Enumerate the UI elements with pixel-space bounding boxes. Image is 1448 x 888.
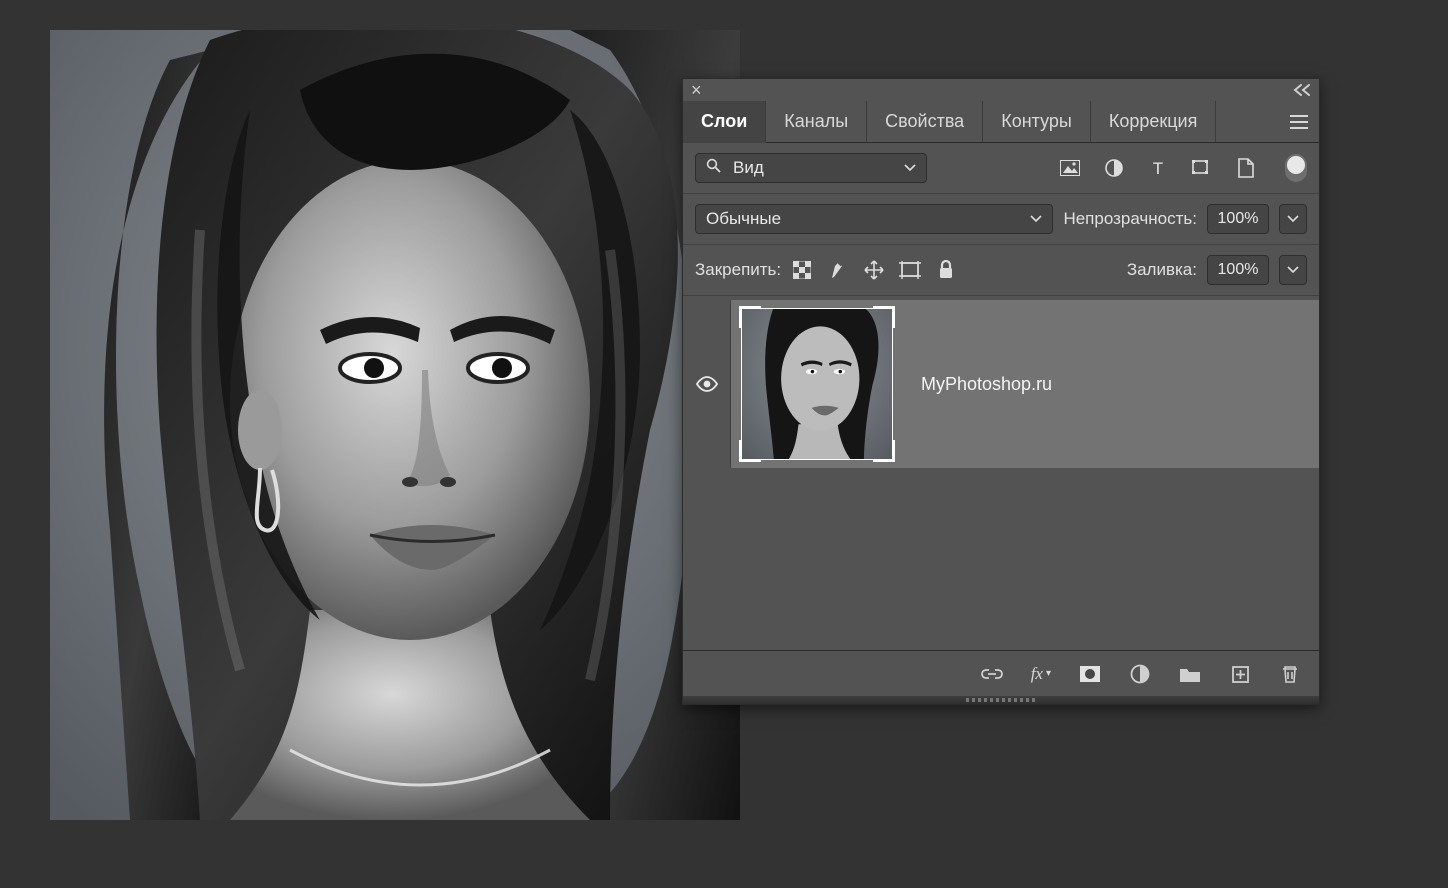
layer-filter-row: Вид T	[683, 143, 1319, 194]
layers-list: MyPhotoshop.ru	[683, 296, 1319, 650]
panel-resize-handle[interactable]	[683, 696, 1319, 704]
layer-name[interactable]: MyPhotoshop.ru	[921, 374, 1052, 395]
opacity-label: Непрозрачность:	[1063, 209, 1197, 229]
filter-shape-icon[interactable]	[1191, 157, 1213, 179]
eye-icon	[695, 375, 719, 393]
group-icon[interactable]	[1179, 663, 1201, 685]
layer-thumbnail[interactable]	[741, 308, 893, 460]
filter-pixel-icon[interactable]	[1059, 157, 1081, 179]
blend-opacity-row: Обычные Непрозрачность: 100%	[683, 194, 1319, 245]
lock-all-icon[interactable]	[935, 259, 957, 281]
lock-fill-row: Закрепить: Заливка: 100%	[683, 245, 1319, 296]
lock-icons	[791, 259, 957, 281]
new-layer-icon[interactable]	[1229, 663, 1251, 685]
filter-type-icon[interactable]: T	[1147, 157, 1169, 179]
filter-type-icons: T	[1059, 157, 1257, 179]
filter-kind-select[interactable]: Вид	[695, 153, 927, 183]
tab-layers[interactable]: Слои	[683, 101, 766, 143]
layer-visibility-toggle[interactable]	[683, 300, 731, 468]
opacity-value[interactable]: 100%	[1207, 204, 1269, 234]
tab-channels[interactable]: Каналы	[766, 101, 867, 142]
delete-layer-icon[interactable]	[1279, 663, 1301, 685]
filter-adjustment-icon[interactable]	[1103, 157, 1125, 179]
tab-adjustments[interactable]: Коррекция	[1091, 101, 1217, 142]
filter-kind-label: Вид	[733, 158, 764, 178]
panel-titlebar: ×	[683, 79, 1319, 101]
layer-mask-icon[interactable]	[1079, 663, 1101, 685]
document-canvas[interactable]	[50, 30, 740, 820]
lock-label: Закрепить:	[695, 260, 781, 280]
tab-properties[interactable]: Свойства	[867, 101, 983, 142]
close-icon[interactable]: ×	[691, 83, 702, 97]
layers-panel: × Слои Каналы Свойства Контуры Коррекция…	[682, 78, 1320, 705]
lock-transparency-icon[interactable]	[791, 259, 813, 281]
chevron-down-icon	[904, 164, 916, 172]
opacity-flyout[interactable]	[1279, 204, 1307, 234]
link-layers-icon[interactable]	[981, 663, 1003, 685]
collapse-icon[interactable]	[1293, 84, 1311, 96]
adjustment-layer-icon[interactable]	[1129, 663, 1151, 685]
filter-toggle[interactable]	[1285, 154, 1307, 182]
layer-style-icon[interactable]: fx▾	[1031, 664, 1051, 684]
fill-flyout[interactable]	[1279, 255, 1307, 285]
lock-artboard-icon[interactable]	[899, 259, 921, 281]
tab-paths[interactable]: Контуры	[983, 101, 1091, 142]
filter-smartobject-icon[interactable]	[1235, 157, 1257, 179]
svg-text:T: T	[1153, 159, 1163, 177]
lock-position-icon[interactable]	[863, 259, 885, 281]
search-icon	[706, 158, 721, 178]
panel-tabs: Слои Каналы Свойства Контуры Коррекция	[683, 101, 1319, 143]
panel-footer: fx▾	[683, 650, 1319, 696]
lock-pixels-icon[interactable]	[827, 259, 849, 281]
fill-value[interactable]: 100%	[1207, 255, 1269, 285]
layer-row[interactable]: MyPhotoshop.ru	[683, 300, 1319, 468]
chevron-down-icon	[1030, 215, 1042, 223]
fill-label: Заливка:	[1127, 260, 1197, 280]
blend-mode-select[interactable]: Обычные	[695, 204, 1053, 234]
blend-mode-value: Обычные	[706, 209, 781, 229]
panel-menu-icon[interactable]	[1279, 101, 1319, 142]
